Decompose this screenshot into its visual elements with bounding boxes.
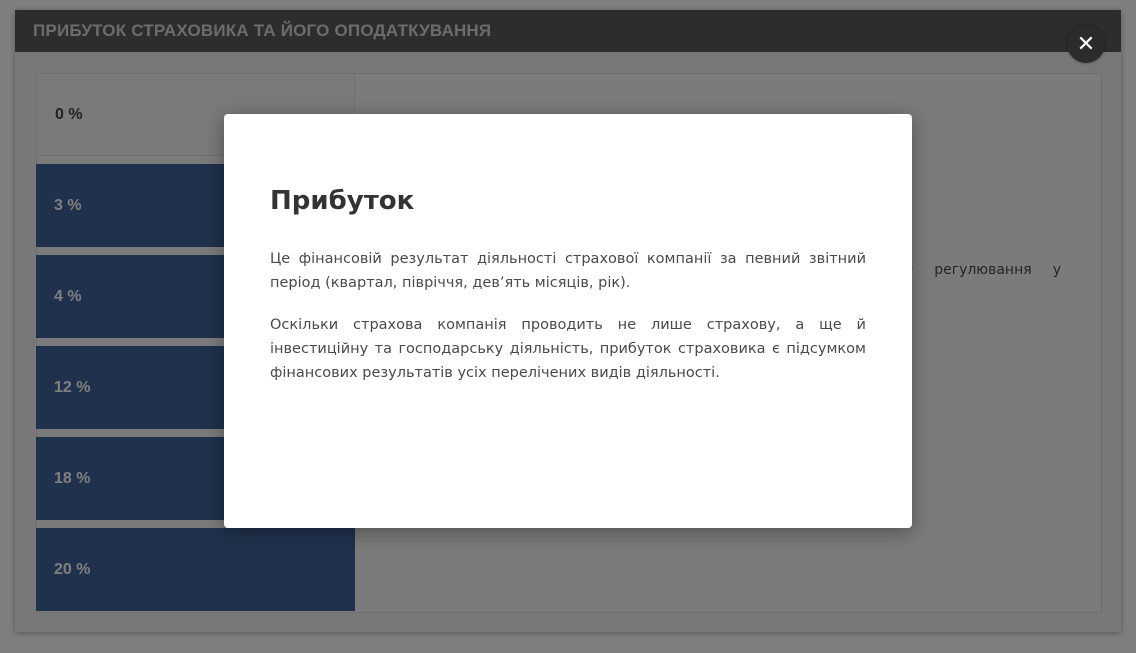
modal-paragraph: Це фінансовій результат діяльності страх…	[270, 251, 866, 291]
modal-paragraph: Оскільки страхова компанія проводить не …	[270, 317, 866, 381]
modal-body: Це фінансовій результат діяльності страх…	[270, 247, 866, 403]
modal-title: Прибуток	[270, 186, 415, 216]
definition-modal: Прибуток Це фінансовій результат діяльно…	[224, 114, 912, 528]
close-button[interactable]: ✕	[1067, 25, 1105, 63]
close-icon: ✕	[1076, 31, 1096, 56]
